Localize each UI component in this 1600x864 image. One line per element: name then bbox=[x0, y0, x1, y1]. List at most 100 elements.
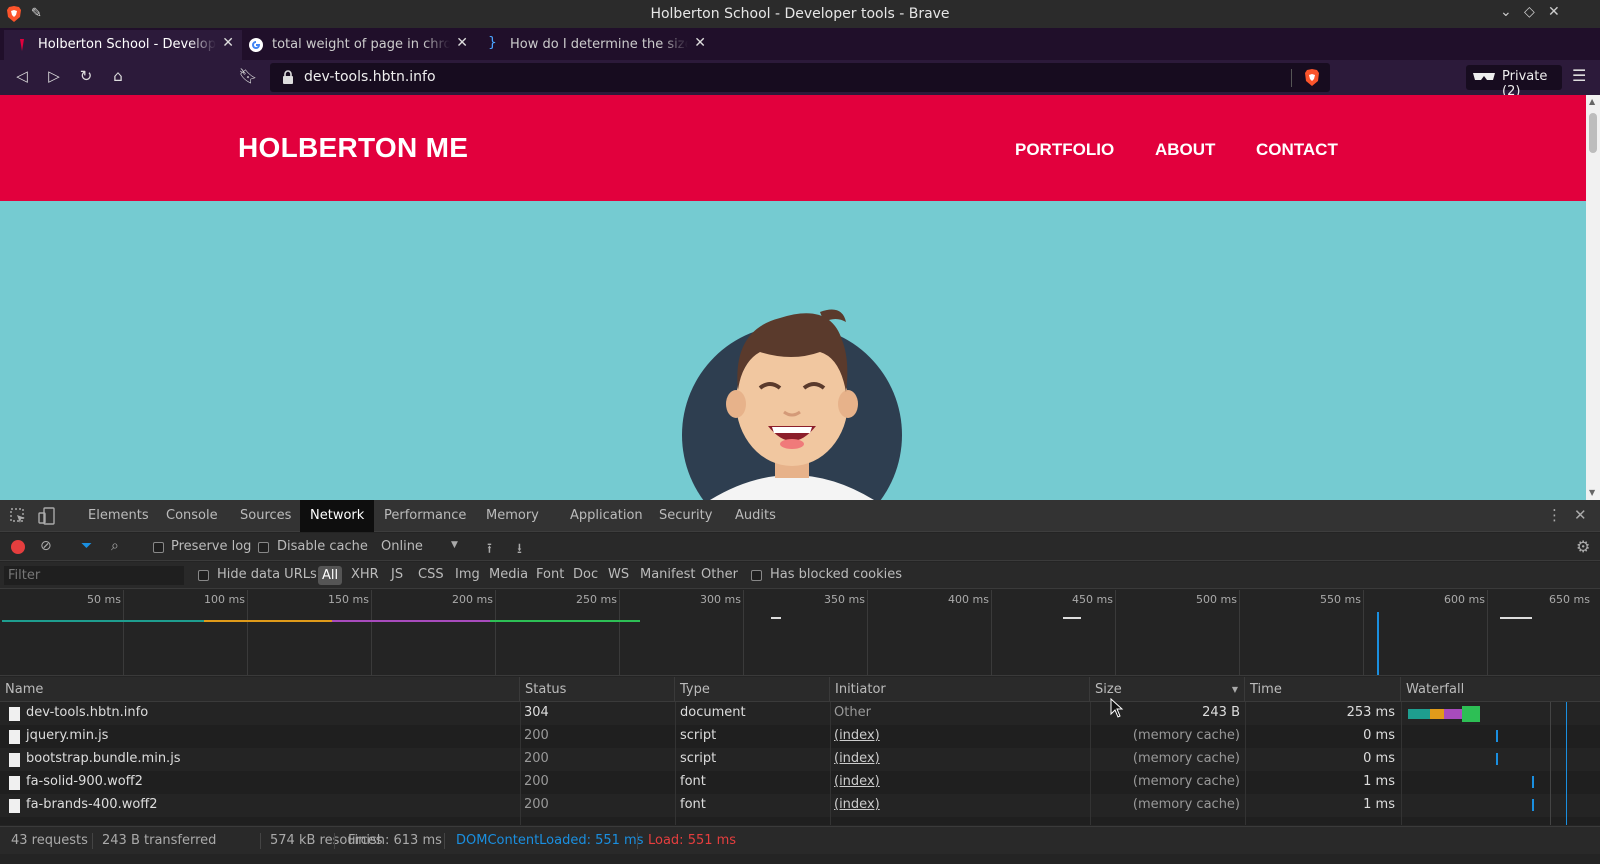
hamburger-menu-icon[interactable]: ☰ bbox=[1572, 66, 1586, 85]
scrollbar-thumb[interactable] bbox=[1589, 113, 1597, 153]
cell-type: document bbox=[680, 705, 746, 720]
google-favicon-icon bbox=[249, 38, 263, 52]
overview-gridline bbox=[123, 590, 124, 675]
close-window-icon[interactable]: ✕ bbox=[1548, 4, 1560, 20]
overview-bar-waiting bbox=[332, 620, 490, 622]
cell-initiator-link[interactable]: (index) bbox=[834, 728, 880, 743]
cell-initiator-link[interactable]: (index) bbox=[834, 797, 880, 812]
filter-type-xhr[interactable]: XHR bbox=[351, 567, 379, 582]
column-header-initiator[interactable]: Initiator bbox=[830, 677, 1090, 702]
back-icon[interactable]: ◁ bbox=[12, 67, 32, 87]
table-row[interactable]: dev-tools.hbtn.info 304 document Other 2… bbox=[0, 702, 1600, 725]
devtools-tab-application[interactable]: Application bbox=[560, 500, 653, 532]
tab-holberton[interactable]: Holberton School - Developer tools ✕ bbox=[4, 30, 242, 60]
record-icon[interactable] bbox=[11, 540, 25, 554]
filter-type-font[interactable]: Font bbox=[536, 567, 564, 582]
column-header-type[interactable]: Type bbox=[675, 677, 830, 702]
home-icon[interactable]: ⌂ bbox=[108, 67, 128, 87]
overview-tick-label: 300 ms bbox=[700, 593, 741, 606]
filter-type-media[interactable]: Media bbox=[489, 567, 528, 582]
search-icon[interactable]: ⌕ bbox=[111, 538, 119, 554]
inspect-element-icon[interactable] bbox=[9, 507, 27, 525]
devtools-tab-elements[interactable]: Elements bbox=[78, 500, 159, 532]
network-overview-timeline[interactable]: 50 ms 100 ms 150 ms 200 ms 250 ms 300 ms… bbox=[0, 590, 1600, 676]
nav-contact[interactable]: CONTACT bbox=[1256, 140, 1338, 160]
export-har-icon[interactable]: ⭳ bbox=[517, 538, 522, 562]
cell-name: bootstrap.bundle.min.js bbox=[26, 751, 181, 766]
column-header-waterfall[interactable]: Waterfall bbox=[1401, 677, 1600, 702]
scroll-down-icon[interactable]: ▼ bbox=[1589, 488, 1595, 497]
filter-type-other[interactable]: Other bbox=[701, 567, 738, 582]
table-row-partial[interactable] bbox=[0, 817, 1600, 825]
devtools-tab-sources[interactable]: Sources bbox=[230, 500, 301, 532]
cell-initiator: Other bbox=[834, 705, 871, 720]
url-text[interactable]: dev-tools.hbtn.info bbox=[304, 69, 436, 85]
close-tab-icon[interactable]: ✕ bbox=[222, 35, 234, 51]
filter-type-img[interactable]: Img bbox=[455, 567, 480, 582]
cell-status: 200 bbox=[524, 728, 549, 743]
import-har-icon[interactable]: ⭱ bbox=[487, 538, 492, 562]
reload-icon[interactable]: ↻ bbox=[76, 67, 96, 87]
chevron-down-icon: ▼ bbox=[451, 540, 458, 550]
close-tab-icon[interactable]: ✕ bbox=[694, 35, 706, 51]
close-devtools-icon[interactable]: ✕ bbox=[1574, 506, 1587, 524]
requests-count: 43 requests bbox=[11, 833, 88, 848]
preserve-log-label: Preserve log bbox=[171, 539, 252, 554]
brave-shields-icon[interactable] bbox=[1304, 68, 1320, 87]
table-row[interactable]: fa-solid-900.woff2 200 font (index) (mem… bbox=[0, 771, 1600, 794]
filter-type-doc[interactable]: Doc bbox=[573, 567, 598, 582]
table-row[interactable]: fa-brands-400.woff2 200 font (index) (me… bbox=[0, 794, 1600, 817]
tab-google[interactable]: total weight of page in chrome ✕ bbox=[238, 30, 476, 60]
file-icon bbox=[9, 799, 20, 813]
column-header-name[interactable]: Name bbox=[0, 677, 520, 702]
forward-icon[interactable]: ▷ bbox=[44, 67, 64, 87]
hide-data-urls-checkbox[interactable] bbox=[198, 570, 209, 581]
tab-stackoverflow[interactable]: } How do I determine the size of ✕ bbox=[476, 30, 714, 60]
site-brand[interactable]: HOLBERTON ME bbox=[238, 132, 468, 164]
minimize-icon[interactable]: ⌄ bbox=[1500, 4, 1512, 20]
disable-cache-checkbox[interactable] bbox=[258, 542, 269, 553]
filter-type-css[interactable]: CSS bbox=[418, 567, 444, 582]
cell-size: (memory cache) bbox=[1132, 774, 1240, 789]
filter-icon[interactable]: ⏷ bbox=[81, 538, 92, 554]
table-row[interactable]: jquery.min.js 200 script (index) (memory… bbox=[0, 725, 1600, 748]
overview-tick-label: 400 ms bbox=[948, 593, 989, 606]
column-divider bbox=[830, 702, 831, 825]
bookmark-icon[interactable]: 🔖︎ bbox=[238, 67, 258, 87]
filter-type-js[interactable]: JS bbox=[391, 567, 403, 582]
preserve-log-checkbox[interactable] bbox=[153, 542, 164, 553]
devtools-panel: Elements Console Sources Network Perform… bbox=[0, 500, 1600, 864]
sunglasses-icon bbox=[1473, 73, 1495, 80]
devtools-tab-security[interactable]: Security bbox=[649, 500, 722, 532]
more-options-icon[interactable]: ⋮ bbox=[1547, 506, 1562, 524]
throttling-value: Online bbox=[381, 539, 423, 554]
close-tab-icon[interactable]: ✕ bbox=[456, 35, 468, 51]
settings-gear-icon[interactable]: ⚙ bbox=[1576, 537, 1590, 556]
devtools-tab-performance[interactable]: Performance bbox=[374, 500, 476, 532]
clear-icon[interactable]: ⊘ bbox=[40, 538, 52, 554]
devtools-tab-network[interactable]: Network bbox=[300, 500, 375, 532]
cell-initiator-link[interactable]: (index) bbox=[834, 774, 880, 789]
nav-about[interactable]: ABOUT bbox=[1155, 140, 1215, 160]
maximize-icon[interactable]: ◇ bbox=[1524, 4, 1535, 20]
filter-input[interactable] bbox=[4, 566, 184, 585]
devtools-tab-memory[interactable]: Memory bbox=[476, 500, 549, 532]
devtools-tab-audits[interactable]: Audits bbox=[725, 500, 786, 532]
column-header-time[interactable]: Time bbox=[1245, 677, 1401, 702]
throttling-select[interactable]: Online ▼ bbox=[381, 539, 458, 554]
cell-initiator-link[interactable]: (index) bbox=[834, 751, 880, 766]
scroll-up-icon[interactable]: ▲ bbox=[1589, 97, 1595, 106]
device-toolbar-icon[interactable] bbox=[38, 507, 56, 525]
filter-type-ws[interactable]: WS bbox=[608, 567, 629, 582]
waterfall-connect-bar bbox=[1408, 709, 1430, 719]
page-scrollbar[interactable]: ▲ ▼ bbox=[1586, 95, 1600, 500]
private-window-badge[interactable]: Private (2) bbox=[1466, 65, 1562, 99]
table-row[interactable]: bootstrap.bundle.min.js 200 script (inde… bbox=[0, 748, 1600, 771]
filter-type-manifest[interactable]: Manifest bbox=[640, 567, 695, 582]
nav-portfolio[interactable]: PORTFOLIO bbox=[1015, 140, 1114, 160]
filter-type-all[interactable]: All bbox=[318, 566, 343, 585]
has-blocked-cookies-checkbox[interactable] bbox=[751, 570, 762, 581]
devtools-tab-console[interactable]: Console bbox=[156, 500, 228, 532]
address-bar[interactable]: dev-tools.hbtn.info bbox=[270, 63, 1330, 92]
column-header-status[interactable]: Status bbox=[520, 677, 675, 702]
